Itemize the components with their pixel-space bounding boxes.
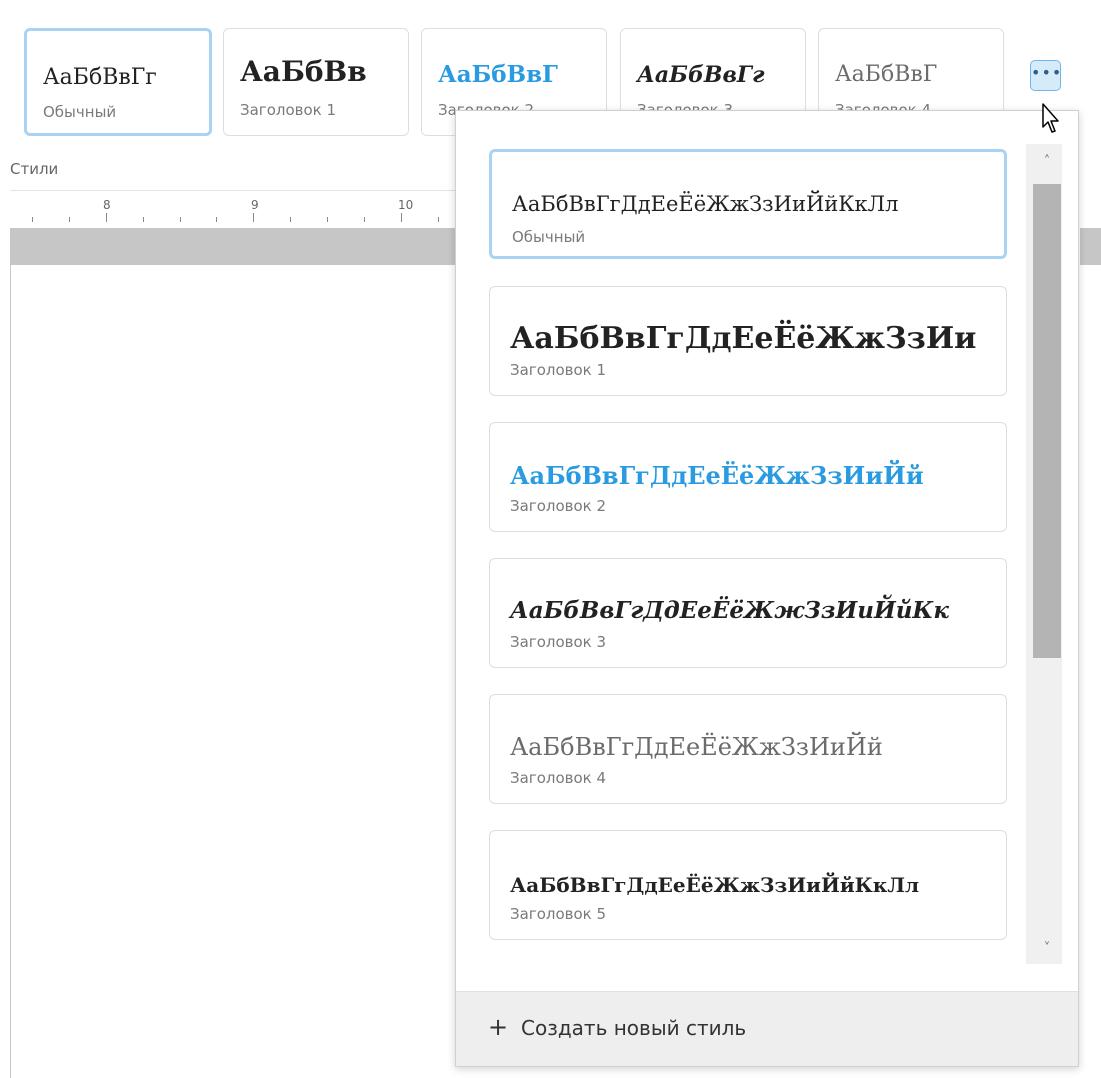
ruler-tick xyxy=(437,217,439,222)
mouse-cursor-icon xyxy=(1042,103,1059,133)
style-name: Заголовок 1 xyxy=(510,361,607,379)
style-sample: АаБбВвГ xyxy=(835,62,938,87)
scroll-thumb[interactable] xyxy=(1033,184,1061,658)
style-sample: АаБбВвГ xyxy=(438,61,558,88)
style-name: Заголовок 1 xyxy=(240,101,337,119)
style-name: Заголовок 3 xyxy=(510,633,607,651)
style-sample: АаБбВвГгДдЕеЁёЖжЗзИиЙй xyxy=(510,733,883,761)
dropdown-scrollbar[interactable]: ˄ ˅ xyxy=(1026,144,1062,964)
style-sample: АаБбВвГгДдЕеЁёЖжЗзИиЙй xyxy=(510,461,924,490)
style-name: Обычный xyxy=(43,103,117,121)
ruler-tick xyxy=(400,213,402,222)
page-margin-band xyxy=(10,228,455,265)
dropdown-style-heading-1[interactable]: АаБбВвГгДдЕеЁёЖжЗзИи Заголовок 1 xyxy=(489,286,1007,396)
style-sample: АаБбВвГгДдЕеЁёЖжЗзИиЙйКкЛл xyxy=(510,873,920,897)
dropdown-style-heading-3[interactable]: АаБбВвГгДдЕеЁёЖжЗзИиЙйКк Заголовок 3 xyxy=(489,558,1007,668)
create-style-label: Создать новый стиль xyxy=(521,1016,747,1040)
ruler-tick xyxy=(32,217,33,222)
style-name: Заголовок 4 xyxy=(510,769,607,787)
ruler-number: 10 xyxy=(398,198,414,212)
ruler-number: 8 xyxy=(103,198,111,212)
page-margin-band-right xyxy=(1080,228,1101,265)
dropdown-style-heading-4[interactable]: АаБбВвГгДдЕеЁёЖжЗзИиЙй Заголовок 4 xyxy=(489,694,1007,804)
ruler-tick xyxy=(290,217,292,222)
style-name: Заголовок 5 xyxy=(510,905,607,923)
ruler-tick xyxy=(363,217,365,222)
style-sample: АаБбВвГгДдЕеЁёЖжЗзИиЙйКкЛл xyxy=(512,192,899,216)
ruler-tick xyxy=(68,217,70,222)
style-sample: АаБбВвГг xyxy=(43,65,157,90)
ruler-tick xyxy=(142,217,144,222)
ruler-tick xyxy=(253,213,255,222)
dropdown-style-heading-2[interactable]: АаБбВвГгДдЕеЁёЖжЗзИиЙй Заголовок 2 xyxy=(489,422,1007,532)
ruler-number: 9 xyxy=(251,198,259,212)
create-style-button[interactable]: + Создать новый стиль xyxy=(456,991,1078,1066)
style-sample: АаБбВв xyxy=(240,55,367,88)
ruler-tick xyxy=(327,217,328,222)
style-name: Обычный xyxy=(512,228,586,246)
styles-dropdown: АаБбВвГгДдЕеЁёЖжЗзИиЙйКкЛл Обычный АаБбВ… xyxy=(455,110,1079,1067)
ruler-tick xyxy=(179,217,181,222)
dropdown-style-heading-5[interactable]: АаБбВвГгДдЕеЁёЖжЗзИиЙйКкЛл Заголовок 5 xyxy=(489,830,1007,940)
ribbon-group-label: Стили xyxy=(10,160,59,178)
plus-icon: + xyxy=(488,1013,509,1041)
style-name: Заголовок 2 xyxy=(510,497,607,515)
style-card-heading-1[interactable]: АаБбВв Заголовок 1 xyxy=(223,28,409,136)
dropdown-style-normal[interactable]: АаБбВвГгДдЕеЁёЖжЗзИиЙйКкЛл Обычный xyxy=(489,149,1007,259)
ruler-tick xyxy=(216,217,218,222)
more-icon: ••• xyxy=(1031,63,1063,82)
style-sample: АаБбВвГгДдЕеЁёЖжЗзИи xyxy=(510,321,977,356)
style-card-normal[interactable]: АаБбВвГг Обычный xyxy=(24,28,212,136)
ruler-tick xyxy=(105,213,107,222)
horizontal-ruler[interactable]: 8 9 10 xyxy=(10,190,455,229)
scroll-down-icon[interactable]: ˅ xyxy=(1033,939,1061,959)
style-sample: АаБбВвГгДдЕеЁёЖжЗзИиЙйКк xyxy=(510,597,949,624)
style-sample: АаБбВвГг xyxy=(637,62,765,88)
scroll-up-icon[interactable]: ˄ xyxy=(1033,152,1061,172)
more-styles-button[interactable]: ••• xyxy=(1030,60,1061,91)
